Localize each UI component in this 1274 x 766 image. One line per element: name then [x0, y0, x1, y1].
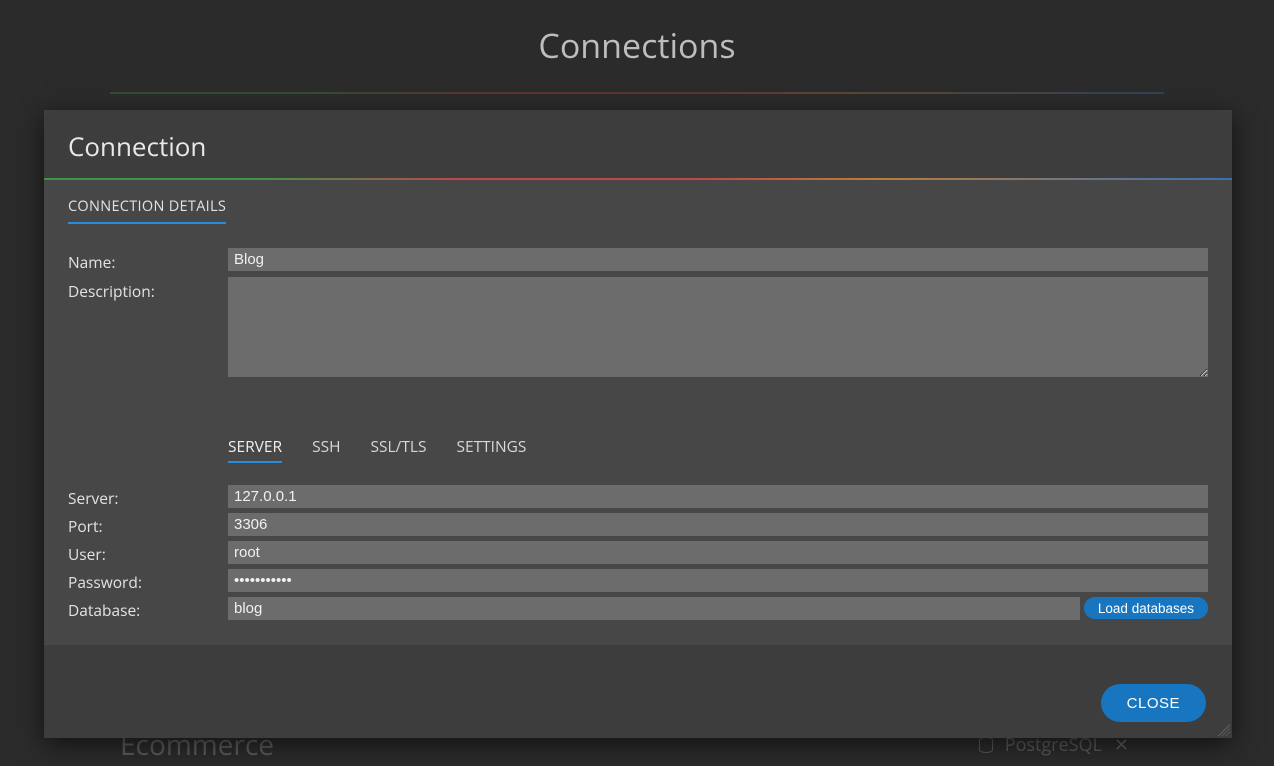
server-input[interactable]	[228, 485, 1208, 508]
load-databases-button[interactable]: Load databases	[1084, 597, 1208, 619]
connection-dialog: Connection CONNECTION DETAILS Name: Desc…	[44, 110, 1232, 738]
subtab-ssh[interactable]: SSH	[312, 435, 340, 463]
dialog-accent	[44, 178, 1232, 180]
subtab-server[interactable]: SERVER	[228, 435, 282, 463]
description-label: Description:	[68, 277, 228, 302]
port-label: Port:	[68, 513, 228, 537]
database-input[interactable]	[228, 597, 1080, 620]
user-input[interactable]	[228, 541, 1208, 564]
name-input[interactable]	[228, 248, 1208, 271]
server-label: Server:	[68, 485, 228, 509]
description-input[interactable]	[228, 277, 1208, 377]
name-label: Name:	[68, 248, 228, 273]
page-title: Connections	[0, 22, 1274, 68]
password-input[interactable]	[228, 569, 1208, 592]
dialog-title: Connection	[44, 110, 1232, 178]
dialog-body: CONNECTION DETAILS Name: Description: SE…	[44, 180, 1232, 645]
subtab-ssl[interactable]: SSL/TLS	[371, 435, 427, 463]
dialog-footer: CLOSE	[44, 668, 1232, 738]
user-label: User:	[68, 541, 228, 565]
resize-grip[interactable]	[1218, 724, 1230, 736]
database-label: Database:	[68, 597, 228, 621]
header-accent	[110, 92, 1164, 94]
tab-connection-details[interactable]: CONNECTION DETAILS	[68, 197, 226, 224]
subtab-settings[interactable]: SETTINGS	[456, 435, 526, 463]
database-icon	[979, 737, 993, 753]
password-label: Password:	[68, 569, 228, 593]
port-input[interactable]	[228, 513, 1208, 536]
close-button[interactable]: CLOSE	[1101, 684, 1206, 722]
